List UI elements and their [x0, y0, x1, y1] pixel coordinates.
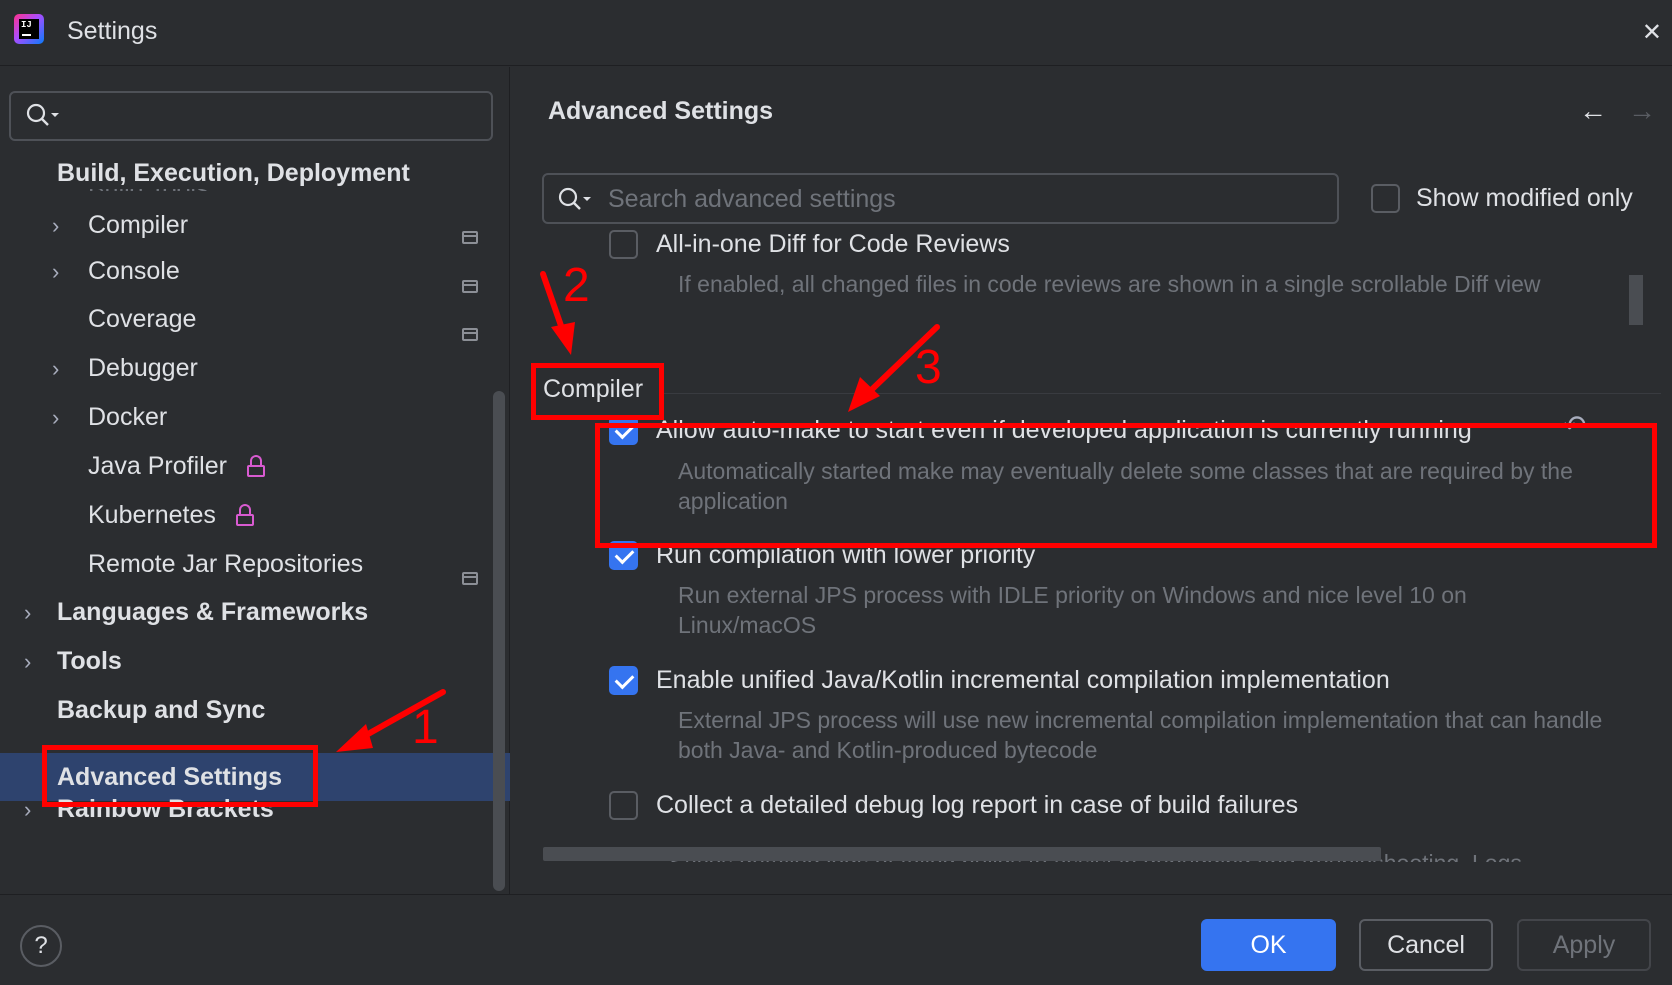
sidebar-item-label: Java Profiler: [88, 451, 227, 480]
sidebar-item-compiler[interactable]: Compiler: [88, 205, 188, 245]
chevron-right-icon[interactable]: ›: [24, 797, 31, 823]
show-modified-label: Show modified only: [1416, 184, 1633, 212]
show-modified-checkbox[interactable]: [1371, 184, 1400, 213]
sidebar-item-label: Backup and Sync: [57, 695, 266, 724]
sidebar-item-docker[interactable]: Docker: [88, 397, 167, 437]
sidebar-item-java-profiler[interactable]: Java Profiler: [88, 446, 265, 486]
sidebar-item-backup-and-sync[interactable]: Backup and Sync: [57, 690, 265, 730]
sidebar-item-label: Coverage: [88, 304, 197, 333]
dialog-footer: ? OK Cancel Apply: [0, 894, 1672, 985]
search-input[interactable]: [608, 183, 1308, 215]
sidebar-item-label: Console: [88, 256, 180, 285]
window-title: Settings: [67, 17, 158, 45]
forward-arrow-icon[interactable]: →: [1628, 95, 1656, 127]
lower-priority-description: Run external JPS process with IDLE prior…: [678, 582, 1467, 638]
window-scope-icon: [462, 231, 478, 244]
apply-button[interactable]: Apply: [1517, 919, 1651, 971]
search-icon: [558, 187, 591, 210]
all-in-one-diff-description: If enabled, all changed files in code re…: [678, 271, 1541, 297]
page-title: Advanced Settings: [548, 97, 774, 125]
intellij-logo-icon: IJ: [14, 14, 44, 44]
unified-incremental-label: Enable unified Java/Kotlin incremental c…: [656, 666, 1390, 694]
chevron-right-icon[interactable]: ›: [52, 356, 59, 382]
sidebar-item-tools[interactable]: Tools: [57, 641, 122, 681]
sidebar-item-label: Remote Jar Repositories: [88, 549, 364, 578]
sidebar-search-input[interactable]: [9, 91, 493, 141]
sidebar-item-coverage[interactable]: Coverage: [88, 299, 196, 339]
sidebar-item-label: Languages & Frameworks: [57, 597, 369, 626]
window-scope-icon: [462, 280, 478, 293]
sidebar-item-label: Tools: [57, 646, 122, 675]
sidebar-item-languages-frameworks[interactable]: Languages & Frameworks: [57, 592, 368, 632]
debug-log-checkbox[interactable]: [609, 791, 638, 820]
help-button[interactable]: ?: [20, 925, 62, 967]
advanced-settings-search: [542, 173, 1339, 224]
lock-icon: [246, 455, 265, 477]
unified-incremental-checkbox[interactable]: [609, 666, 638, 695]
annotation-number-2: 2: [563, 259, 590, 312]
search-icon: [26, 103, 59, 126]
window-scope-icon: [462, 328, 478, 341]
sidebar-item-debugger[interactable]: Debugger: [88, 348, 198, 388]
all-in-one-diff-label: All-in-one Diff for Code Reviews: [656, 230, 1010, 258]
section-divider: [661, 393, 1661, 394]
options-scrollbar[interactable]: [1629, 275, 1643, 325]
back-arrow-icon[interactable]: ←: [1579, 95, 1607, 127]
sidebar-item-label: Debugger: [88, 353, 198, 382]
sidebar-group-build-execution-deployment[interactable]: Build, Execution, Deployment: [57, 159, 410, 189]
unified-incremental-description: External JPS process will use new increm…: [678, 707, 1603, 763]
horizontal-scrollbar[interactable]: [543, 847, 1381, 861]
debug-log-label: Collect a detailed debug log report in c…: [656, 791, 1299, 819]
chevron-right-icon[interactable]: ›: [24, 649, 31, 675]
title-bar: IJ Settings ✕: [0, 0, 1672, 66]
annotation-box-advanced-settings: [42, 745, 318, 807]
chevron-right-icon[interactable]: ›: [52, 405, 59, 431]
window-scope-icon: [462, 572, 478, 585]
sidebar-item-kubernetes[interactable]: Kubernetes: [88, 495, 254, 535]
sidebar-scrollbar[interactable]: [493, 391, 505, 891]
all-in-one-diff-checkbox[interactable]: [609, 230, 638, 259]
close-icon[interactable]: ✕: [1642, 18, 1662, 47]
lock-icon: [235, 504, 254, 526]
ok-button[interactable]: OK: [1201, 919, 1336, 971]
chevron-right-icon[interactable]: ›: [52, 213, 59, 239]
sidebar-item-console[interactable]: Console: [88, 251, 180, 291]
chevron-right-icon[interactable]: ›: [52, 259, 59, 285]
sidebar-item-label: Compiler: [88, 210, 189, 239]
cancel-button[interactable]: Cancel: [1359, 919, 1493, 971]
sidebar-item-remote-jar-repositories[interactable]: Remote Jar Repositories: [88, 544, 363, 584]
chevron-right-icon[interactable]: ›: [24, 600, 31, 626]
annotation-box-compiler-section: [531, 363, 664, 420]
annotation-number-1: 1: [412, 701, 439, 754]
annotation-number-3: 3: [915, 341, 942, 394]
sidebar-item-label: Kubernetes: [88, 500, 216, 529]
annotation-box-auto-make-option: [595, 423, 1657, 548]
sidebar-item-label: Docker: [88, 402, 168, 431]
